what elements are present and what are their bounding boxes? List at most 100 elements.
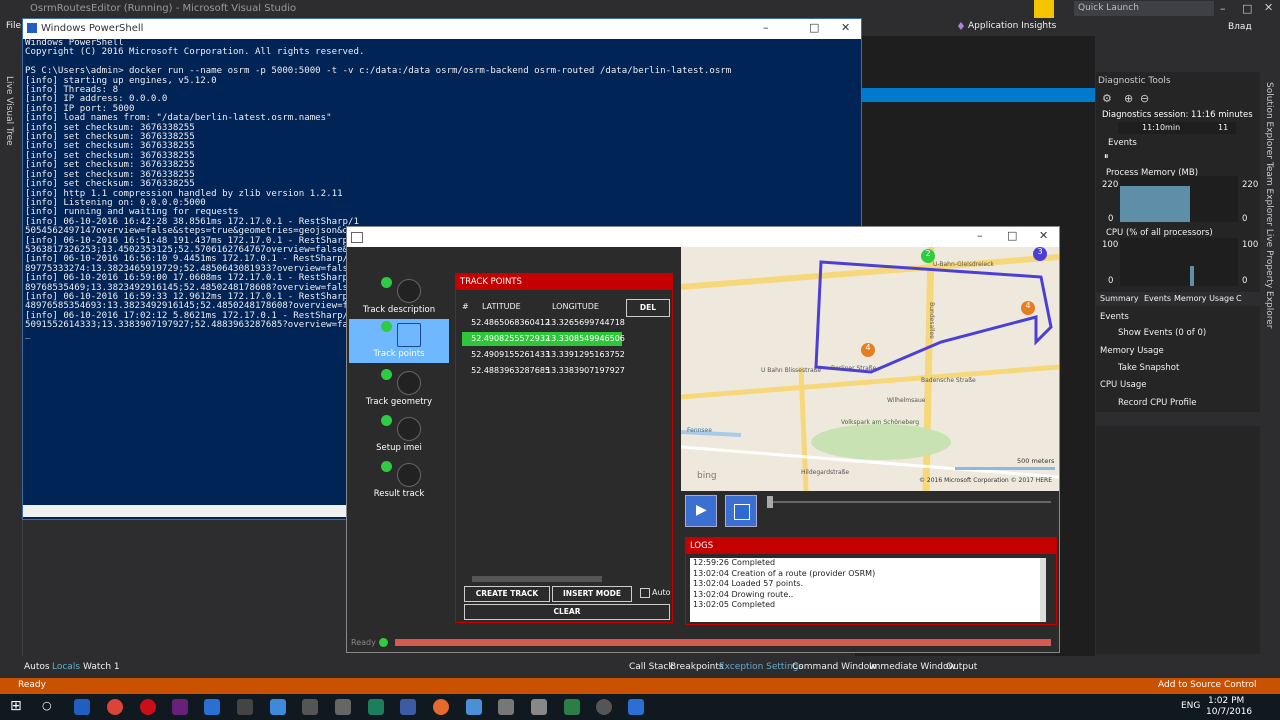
menu-file[interactable]: File: [6, 21, 21, 31]
logs-scrollbar[interactable]: [1040, 558, 1046, 622]
app-taskbar-icon[interactable]: [596, 699, 612, 715]
ps-close-button[interactable]: ✕: [841, 21, 850, 34]
table-row[interactable]: 52.4865068360412 13.3265699744718: [462, 316, 625, 330]
app-maximize-button[interactable]: □: [1007, 229, 1017, 242]
app-title-bar[interactable]: – □ ✕: [347, 227, 1059, 247]
show-events-link[interactable]: Show Events (0 of 0): [1118, 328, 1206, 338]
app-taskbar-icon[interactable]: [237, 699, 253, 715]
app-close-button[interactable]: ✕: [1039, 229, 1048, 242]
route-marker[interactable]: 4: [861, 343, 875, 357]
search-icon[interactable]: ○: [42, 699, 52, 712]
step-result-track[interactable]: Result track: [349, 459, 449, 503]
route-marker[interactable]: 4: [1021, 301, 1035, 315]
tab-command-window[interactable]: Command Window: [792, 662, 877, 672]
create-track-button[interactable]: CREATE TRACK: [464, 586, 550, 602]
route-marker[interactable]: 2: [921, 249, 935, 263]
log-line: 13:02:04 Drowing route..: [693, 589, 794, 599]
powershell-taskbar-icon[interactable]: [74, 699, 90, 715]
step-track-description[interactable]: Track description: [349, 275, 449, 319]
windows-start-icon[interactable]: ⊞: [10, 698, 22, 714]
check-icon: [381, 369, 392, 380]
close-button[interactable]: ✕: [1264, 1, 1273, 14]
logs-list[interactable]: 12:59:26 Completed 13:02:04 Creation of …: [690, 558, 1046, 622]
app-taskbar-icon[interactable]: [302, 699, 318, 715]
step-track-geometry[interactable]: Track geometry: [349, 367, 449, 411]
tab-autos[interactable]: Autos: [24, 662, 50, 672]
playback-slider-thumb[interactable]: [767, 496, 773, 508]
app-taskbar-icon[interactable]: [433, 699, 449, 715]
app-taskbar-icon[interactable]: [466, 699, 482, 715]
language-indicator[interactable]: ENG: [1181, 701, 1200, 711]
maximize-button[interactable]: □: [1242, 2, 1252, 15]
right-tool-tabs[interactable]: Solution Explorer Team Explorer Live Pro…: [1264, 82, 1274, 329]
column-number-header[interactable]: #: [462, 302, 469, 311]
lower-tool-panel: [1096, 426, 1260, 654]
tab-locals[interactable]: Locals: [52, 662, 80, 672]
play-button[interactable]: ▶: [685, 495, 717, 527]
ps-maximize-button[interactable]: □: [809, 21, 819, 34]
tab-cpu[interactable]: C: [1236, 294, 1242, 303]
map-view[interactable]: Bundesallee U-Bahn-Gleisdreieck Berliner…: [681, 247, 1059, 491]
auto-checkbox[interactable]: [640, 588, 650, 598]
session-text: Diagnostics session: 11:16 minutes: [1102, 110, 1253, 120]
zoom-in-icon[interactable]: ⊕: [1124, 92, 1133, 105]
clock-date[interactable]: 10/7/2016: [1206, 707, 1252, 717]
app-taskbar-icon[interactable]: [498, 699, 514, 715]
osrm-editor-window[interactable]: – □ ✕ Track description Track points Tra…: [346, 226, 1060, 653]
tab-memory-usage[interactable]: Memory Usage: [1174, 294, 1234, 303]
stop-button[interactable]: [725, 495, 757, 527]
filter-icon[interactable]: [1034, 0, 1054, 18]
tab-summary[interactable]: Summary: [1100, 294, 1139, 303]
application-insights-button[interactable]: Application Insights: [968, 21, 1056, 31]
editor-highlight-bar: [855, 88, 1095, 102]
chrome-taskbar-icon[interactable]: [107, 699, 123, 715]
live-visual-tree-tab[interactable]: Live Visual Tree: [4, 76, 14, 146]
timeline-ruler[interactable]: 11:10min 11: [1118, 122, 1236, 134]
record-cpu-profile-button[interactable]: Record CPU Profile: [1118, 398, 1196, 408]
app-taskbar-icon[interactable]: [564, 699, 580, 715]
user-name[interactable]: Влад: [1228, 22, 1252, 32]
opera-taskbar-icon[interactable]: [140, 699, 156, 715]
app-taskbar-icon[interactable]: [204, 699, 220, 715]
osrm-editor-taskbar-icon[interactable]: [628, 699, 644, 715]
ps-minimize-button[interactable]: –: [763, 21, 769, 34]
tab-exception-settings[interactable]: Exception Settings: [719, 662, 803, 672]
app-taskbar-icon[interactable]: [368, 699, 384, 715]
tab-call-stack[interactable]: Call Stack: [629, 662, 674, 672]
playback-slider[interactable]: [769, 501, 1051, 503]
street-label: Volkspark am Schöneberg: [841, 419, 920, 426]
minimize-button[interactable]: –: [1220, 2, 1226, 15]
column-longitude-header[interactable]: LONGITUDE: [552, 302, 599, 311]
table-row-selected[interactable]: 52.4908255572932 13.3308549946506: [462, 332, 625, 346]
step-setup-imei[interactable]: Setup imei: [349, 413, 449, 457]
table-row[interactable]: 52.4909155261433 13.3391295163752: [462, 348, 625, 362]
column-latitude-header[interactable]: LATITUDE: [482, 302, 521, 311]
table-horizontal-scrollbar[interactable]: [472, 576, 602, 582]
route-marker[interactable]: 3: [1033, 247, 1047, 261]
powershell-title-bar[interactable]: Windows PowerShell – □ ✕: [23, 19, 861, 39]
pause-icon[interactable]: ⏸: [1104, 152, 1109, 162]
clock-time[interactable]: 1:02 PM: [1208, 696, 1244, 706]
table-row[interactable]: 52.4883963287685 13.3383907197927: [462, 364, 625, 378]
tab-output[interactable]: Output: [946, 662, 977, 672]
app-taskbar-icon[interactable]: [335, 699, 351, 715]
delete-point-button[interactable]: DEL: [626, 299, 670, 317]
add-to-source-control-button[interactable]: Add to Source Control: [1158, 680, 1257, 690]
app-taskbar-icon[interactable]: [400, 699, 416, 715]
tab-events[interactable]: Events: [1144, 294, 1171, 303]
tab-breakpoints[interactable]: Breakpoints: [670, 662, 724, 672]
app-taskbar-icon[interactable]: [270, 699, 286, 715]
tab-immediate-window[interactable]: Immediate Window: [869, 662, 956, 672]
app-minimize-button[interactable]: –: [977, 229, 983, 242]
stop-icon: [734, 504, 750, 520]
quick-launch-input[interactable]: Quick Launch: [1074, 1, 1214, 16]
settings-icon[interactable]: ⚙: [1102, 92, 1112, 105]
zoom-out-icon[interactable]: ⊖: [1140, 92, 1149, 105]
step-track-points[interactable]: Track points: [349, 319, 449, 363]
app-taskbar-icon[interactable]: [531, 699, 547, 715]
take-snapshot-button[interactable]: Take Snapshot: [1118, 363, 1179, 373]
visual-studio-taskbar-icon[interactable]: [172, 699, 188, 715]
tab-watch1[interactable]: Watch 1: [83, 662, 120, 672]
insert-mode-button[interactable]: INSERT MODE: [552, 586, 632, 602]
clear-button[interactable]: CLEAR: [464, 604, 670, 620]
